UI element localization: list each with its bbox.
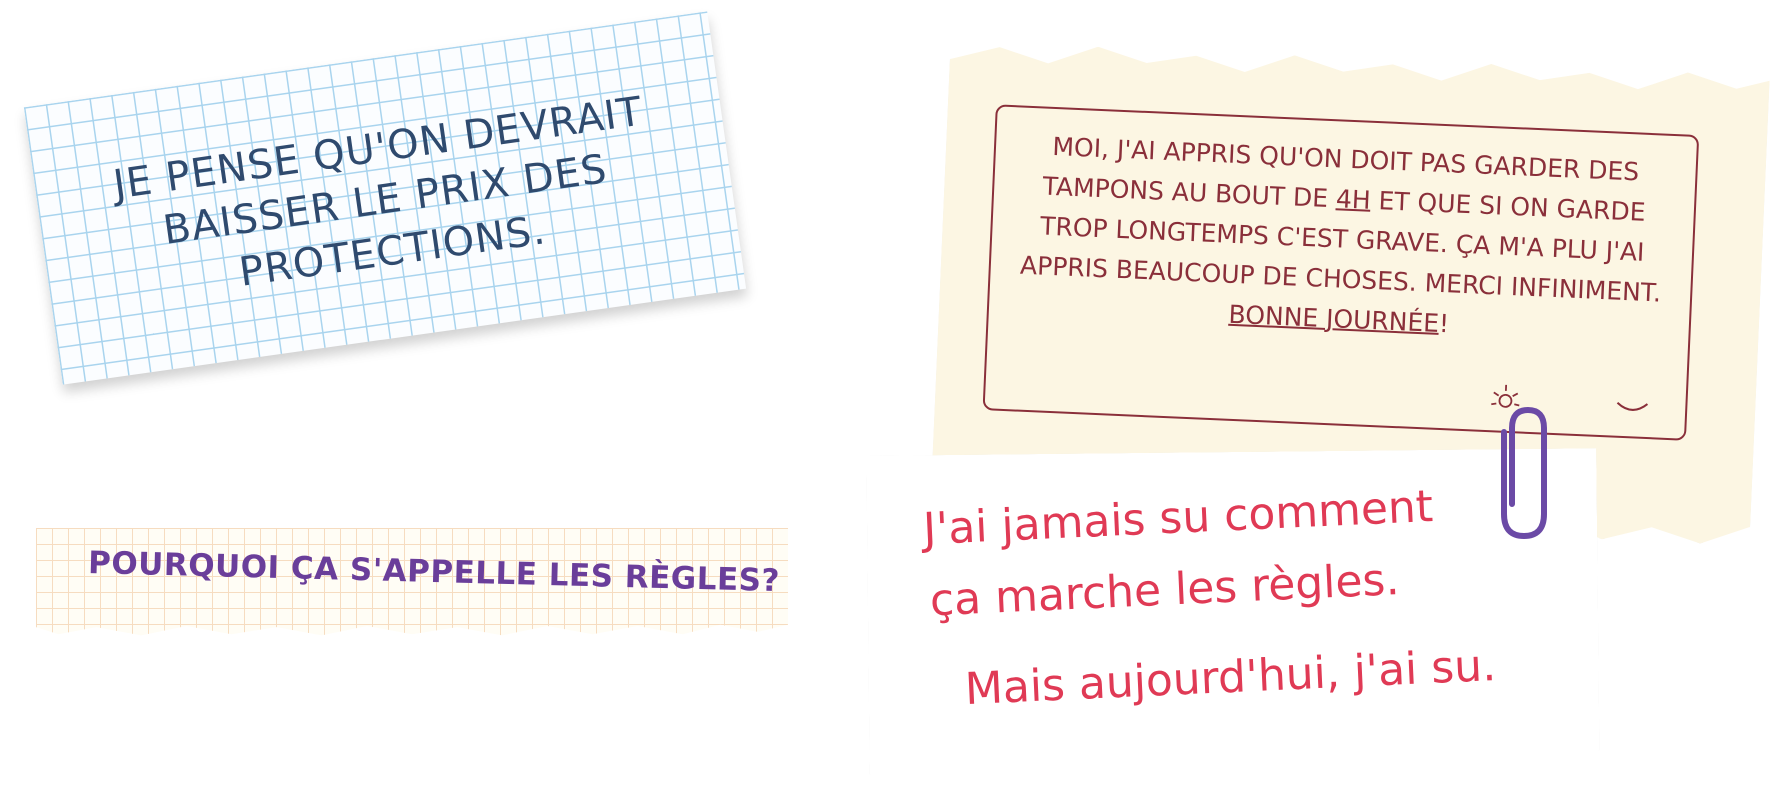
emphasis-4h: 4h xyxy=(1335,184,1372,215)
strip-paper-note: POURQUOI ÇA S'APPELLE LES RÈGLES? xyxy=(36,528,788,636)
paperclip-icon xyxy=(1501,406,1547,540)
grid-paper-note: JE PENSE QU'ON DEVRAIT BAISSER LE PRIX D… xyxy=(23,11,747,385)
closing-greeting: Bonne journée xyxy=(1228,299,1440,338)
smile-doodle-icon xyxy=(1615,400,1650,415)
closing-punct: ! xyxy=(1438,308,1450,339)
white-note-line: ça marche les règles. xyxy=(928,554,1401,627)
grid-note-text: JE PENSE QU'ON DEVRAIT BAISSER LE PRIX D… xyxy=(33,75,738,326)
cream-note-fragment: et que si on garde xyxy=(1370,185,1647,227)
white-note-line: J'ai jamais su comment xyxy=(922,481,1435,556)
white-note-line: Mais aujourd'hui, j'ai su. xyxy=(963,640,1498,716)
strip-note-text: POURQUOI ÇA S'APPELLE LES RÈGLES? xyxy=(87,544,781,600)
cream-note-text: Moi, j'ai appris qu'on doit pas garder d… xyxy=(996,125,1688,355)
cream-note-fragment: tampons au bout de xyxy=(1042,171,1337,214)
